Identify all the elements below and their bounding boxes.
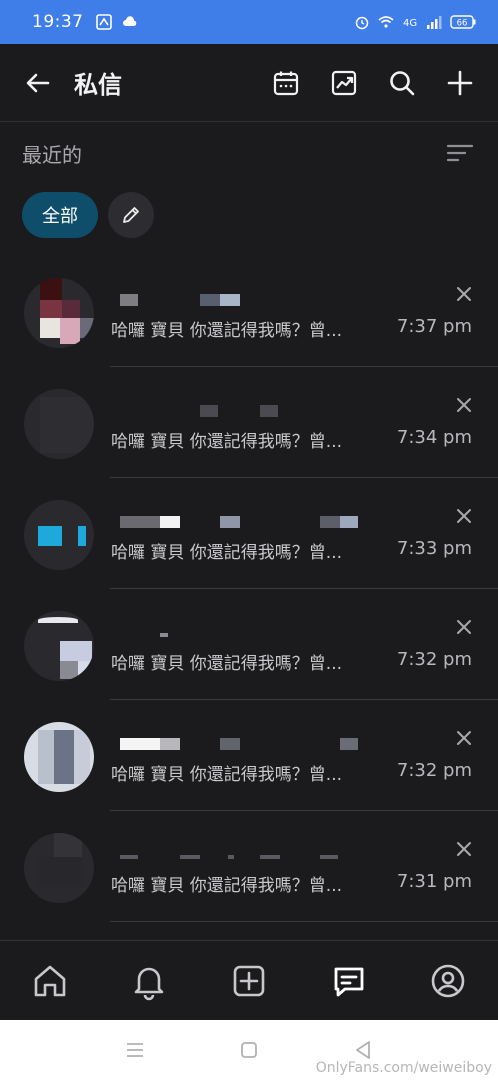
- nav-home[interactable]: [26, 957, 74, 1005]
- nav-profile[interactable]: [424, 957, 472, 1005]
- watermark: OnlyFans.com/weiweiboy: [315, 1060, 492, 1076]
- avatar[interactable]: [24, 500, 94, 570]
- filter-chips: 全部: [22, 192, 154, 238]
- page-title: 私信: [74, 71, 122, 99]
- calendar-button[interactable]: [270, 67, 302, 99]
- plus-icon: [447, 70, 473, 95]
- bottom-navigation: [0, 940, 498, 1020]
- home-square-icon[interactable]: [237, 1038, 261, 1062]
- alarm-icon: [355, 16, 369, 30]
- blurred-name: [110, 405, 370, 419]
- filter-all-chip[interactable]: 全部: [22, 192, 98, 238]
- nav-notifications[interactable]: [125, 957, 173, 1005]
- battery-icon: 66: [450, 15, 476, 29]
- message-preview: 哈囉 寶貝 你還記得我嗎？曾...: [111, 321, 343, 341]
- dismiss-button[interactable]: [452, 726, 476, 750]
- status-bar: 19:37 4G 66: [0, 0, 498, 44]
- avatar[interactable]: [24, 833, 94, 903]
- blurred-name: [110, 738, 370, 752]
- conversation-row[interactable]: 哈囉 寶貝 你還記得我嗎？曾... 7:31 pm: [0, 811, 498, 922]
- avatar[interactable]: [24, 611, 94, 681]
- dismiss-button[interactable]: [452, 282, 476, 306]
- pencil-icon: [123, 207, 139, 223]
- message-preview: 哈囉 寶貝 你還記得我嗎？曾...: [111, 543, 343, 563]
- message-preview: 哈囉 寶貝 你還記得我嗎？曾...: [111, 876, 343, 896]
- close-icon: [457, 620, 471, 634]
- avatar[interactable]: [24, 389, 94, 459]
- home-icon: [34, 965, 66, 996]
- conversation-row[interactable]: 哈囉 寶貝 你還記得我嗎？曾... 7:33 pm: [0, 478, 498, 589]
- nav-add-post[interactable]: [225, 957, 273, 1005]
- calendar-icon: [273, 71, 299, 95]
- bell-icon: [135, 967, 164, 1000]
- blurred-name: [110, 849, 370, 863]
- close-icon: [457, 509, 471, 523]
- conversation-row[interactable]: 哈囉 寶貝 你還記得我嗎？曾... 7:32 pm: [0, 589, 498, 700]
- conversation-row[interactable]: 哈囉 寶貝 你還記得我嗎？曾... 7:37 pm: [0, 256, 498, 367]
- svg-text:4G: 4G: [403, 18, 417, 29]
- section-label: 最近的: [22, 142, 82, 167]
- arrow-left-icon: [26, 73, 50, 92]
- menu-icon[interactable]: [123, 1038, 147, 1062]
- blurred-name: [110, 627, 370, 641]
- edit-filters-button[interactable]: [108, 192, 154, 238]
- close-icon: [457, 731, 471, 745]
- statistics-button[interactable]: [328, 67, 360, 99]
- profile-icon: [431, 964, 465, 997]
- search-button[interactable]: [386, 67, 418, 99]
- chart-icon: [331, 70, 357, 95]
- message-preview: 哈囉 寶貝 你還記得我嗎？曾...: [111, 654, 343, 674]
- wifi-icon: [378, 16, 394, 28]
- message-time: 7:32 pm: [396, 649, 472, 670]
- dismiss-button[interactable]: [452, 837, 476, 861]
- close-icon: [457, 287, 471, 301]
- back-button[interactable]: [22, 67, 54, 99]
- network-icon: 4G: [403, 18, 417, 29]
- cloud-icon: [122, 16, 136, 26]
- close-icon: [457, 842, 471, 856]
- message-time: 7:34 pm: [396, 427, 472, 448]
- signal-icon: [427, 16, 442, 29]
- system-navigation-bar: OnlyFans.com/weiweiboy: [0, 1020, 498, 1080]
- conversation-row[interactable]: 哈囉 寶貝 你還記得我嗎？曾... 7:32 pm: [0, 700, 498, 811]
- dismiss-button[interactable]: [452, 504, 476, 528]
- message-time: 7:32 pm: [396, 760, 472, 781]
- message-preview: 哈囉 寶貝 你還記得我嗎？曾...: [111, 432, 343, 452]
- app-header: 私信: [0, 44, 498, 122]
- add-square-icon: [233, 965, 265, 996]
- search-icon: [390, 70, 415, 95]
- close-icon: [457, 398, 471, 412]
- section-header: 最近的: [0, 122, 498, 184]
- sort-button[interactable]: [444, 137, 476, 169]
- message-preview: 哈囉 寶貝 你還記得我嗎？曾...: [111, 765, 343, 785]
- app-notification-icon: [95, 14, 112, 30]
- new-message-button[interactable]: [444, 67, 476, 99]
- battery-level: 66: [457, 19, 468, 29]
- message-time: 7:33 pm: [396, 538, 472, 559]
- status-time: 19:37: [32, 12, 84, 32]
- back-triangle-icon[interactable]: [351, 1038, 375, 1062]
- avatar[interactable]: [24, 722, 94, 792]
- divider: [110, 921, 498, 922]
- blurred-name: [110, 516, 370, 530]
- message-time: 7:37 pm: [396, 316, 472, 337]
- nav-messages[interactable]: [325, 957, 373, 1005]
- message-icon: [334, 967, 363, 996]
- sort-icon: [446, 144, 474, 162]
- dismiss-button[interactable]: [452, 615, 476, 639]
- conversation-list: 哈囉 寶貝 你還記得我嗎？曾... 7:37 pm 哈囉 寶貝 你還記得我嗎？曾…: [0, 256, 498, 922]
- conversation-row[interactable]: 哈囉 寶貝 你還記得我嗎？曾... 7:34 pm: [0, 367, 498, 478]
- avatar[interactable]: [24, 278, 94, 348]
- dismiss-button[interactable]: [452, 393, 476, 417]
- blurred-name: [110, 294, 370, 308]
- message-time: 7:31 pm: [396, 871, 472, 892]
